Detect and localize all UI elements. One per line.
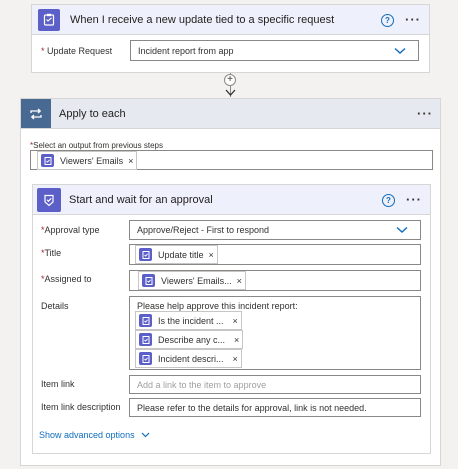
remove-token-icon[interactable]: × [209, 250, 214, 260]
apply-each-more-icon[interactable]: ··· [417, 107, 433, 120]
item-link-description-value: Please refer to the details for approval… [137, 402, 367, 413]
title-label: *Title [41, 248, 62, 258]
approval-card: Start and wait for an approval ? ··· *Ap… [32, 184, 431, 454]
update-request-select[interactable]: Incident report from app [130, 40, 419, 61]
show-advanced-options-link[interactable]: Show advanced options [39, 430, 150, 440]
chevron-down-icon [396, 226, 408, 233]
update-title-token[interactable]: Update title × [135, 245, 218, 264]
remove-token-icon[interactable]: × [128, 156, 133, 166]
trigger-more-icon[interactable]: ··· [405, 13, 421, 26]
update-request-label: * Update Request [41, 46, 113, 56]
assigned-to-label: *Assigned to [41, 274, 92, 284]
update-request-value: Incident report from app [138, 45, 234, 56]
trigger-header[interactable]: When I receive a new update tied to a sp… [32, 5, 429, 35]
details-token-2[interactable]: Describe any c... × [135, 330, 244, 349]
arrow-down-icon [225, 89, 236, 96]
plus-icon: + [227, 74, 233, 85]
details-text: Please help approve this incident report… [137, 301, 298, 311]
apply-each-title: Apply to each [59, 107, 126, 120]
approval-type-value: Approve/Reject - First to respond [137, 225, 270, 235]
approval-icon [37, 187, 61, 212]
viewers-emails-token[interactable]: Viewers' Emails × [37, 151, 138, 170]
remove-token-icon[interactable]: × [237, 276, 242, 286]
approval-header[interactable]: Start and wait for an approval [33, 185, 430, 215]
token-clipboard-icon [139, 314, 152, 327]
approval-more-icon[interactable]: ··· [406, 193, 422, 206]
item-link-placeholder: Add a link to the item to approve [137, 379, 267, 390]
token-clipboard-icon [139, 352, 152, 365]
assigned-token[interactable]: Viewers' Emails... × [138, 271, 246, 290]
token-clipboard-icon [139, 248, 152, 261]
add-step-button[interactable]: + [224, 74, 236, 86]
select-output-label: *Select an output from previous steps [30, 141, 163, 150]
item-link-label: Item link [41, 379, 75, 389]
details-label: Details [41, 301, 69, 311]
loop-icon [21, 99, 51, 128]
trigger-card: When I receive a new update tied to a sp… [31, 4, 430, 73]
apply-each-card: Apply to each ··· *Select an output from… [20, 98, 441, 466]
token-clipboard-icon [41, 154, 54, 167]
approval-type-label: *Approval type [41, 225, 100, 235]
item-link-description-input[interactable]: Please refer to the details for approval… [129, 398, 421, 417]
clipboard-icon [38, 8, 60, 31]
trigger-help-icon[interactable]: ? [381, 14, 394, 27]
item-link-input[interactable]: Add a link to the item to approve [129, 375, 421, 394]
details-token-3[interactable]: Incident descri... × [135, 349, 242, 368]
remove-token-icon[interactable]: × [234, 335, 239, 345]
approval-type-select[interactable]: Approve/Reject - First to respond [129, 220, 421, 240]
remove-token-icon[interactable]: × [233, 354, 238, 364]
item-link-description-label: Item link description [41, 402, 121, 412]
token-clipboard-icon [139, 333, 152, 346]
chevron-down-icon [141, 432, 150, 438]
approval-title: Start and wait for an approval [69, 193, 213, 206]
trigger-title: When I receive a new update tied to a sp… [70, 13, 335, 26]
details-token-1[interactable]: Is the incident ... × [135, 311, 242, 330]
token-clipboard-icon [142, 274, 155, 287]
apply-each-header[interactable]: Apply to each [21, 99, 440, 129]
approval-help-icon[interactable]: ? [382, 194, 395, 207]
remove-token-icon[interactable]: × [233, 316, 238, 326]
chevron-down-icon [394, 47, 406, 54]
